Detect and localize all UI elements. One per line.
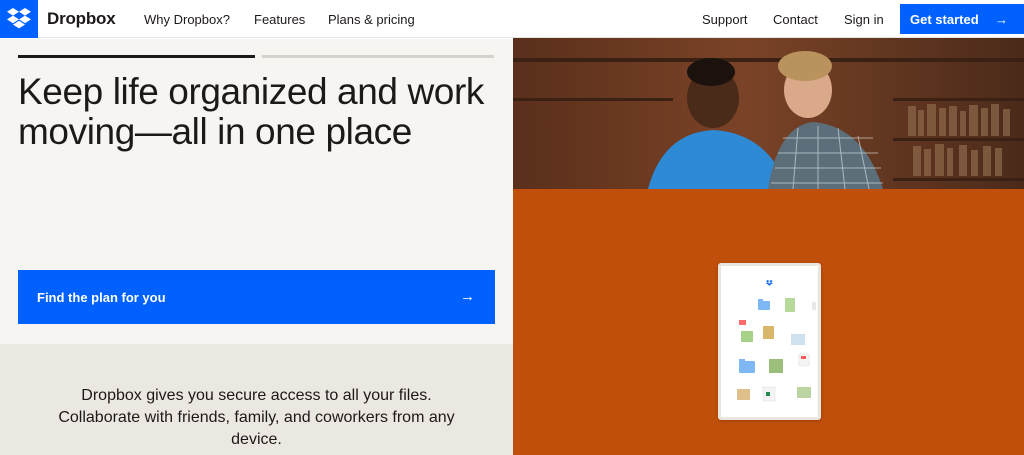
brand-name[interactable]: Dropbox — [47, 9, 116, 29]
folder-icon — [739, 359, 755, 373]
hero-description: Dropbox gives you secure access to all y… — [58, 387, 455, 448]
carousel-progress-active[interactable] — [18, 55, 255, 58]
carousel-progress-next[interactable] — [262, 55, 494, 58]
dropbox-logo-icon[interactable] — [0, 0, 38, 38]
nav-link-sign-in[interactable]: Sign in — [844, 12, 884, 27]
tablet-preview — [718, 263, 821, 420]
nav-link-contact[interactable]: Contact — [773, 12, 818, 27]
get-started-button[interactable]: Get started → — [900, 4, 1024, 34]
arrow-right-icon: → — [460, 288, 475, 305]
nav-link-plans-pricing[interactable]: Plans & pricing — [328, 12, 415, 27]
nav-link-features[interactable]: Features — [254, 12, 305, 27]
folder-icon — [758, 299, 770, 310]
find-plan-label: Find the plan for you — [37, 290, 166, 305]
nav-link-support[interactable]: Support — [702, 12, 748, 27]
hero-photo — [513, 38, 1024, 189]
arrow-right-icon: → — [995, 12, 1008, 27]
nav-link-why-dropbox[interactable]: Why Dropbox? — [144, 12, 230, 27]
find-plan-button[interactable]: Find the plan for you → — [18, 270, 495, 324]
get-started-label: Get started — [910, 12, 979, 27]
hero-headline: Keep life organized and work moving—all … — [18, 71, 484, 152]
top-nav: Dropbox Why Dropbox? Features Plans & pr… — [0, 0, 1024, 38]
